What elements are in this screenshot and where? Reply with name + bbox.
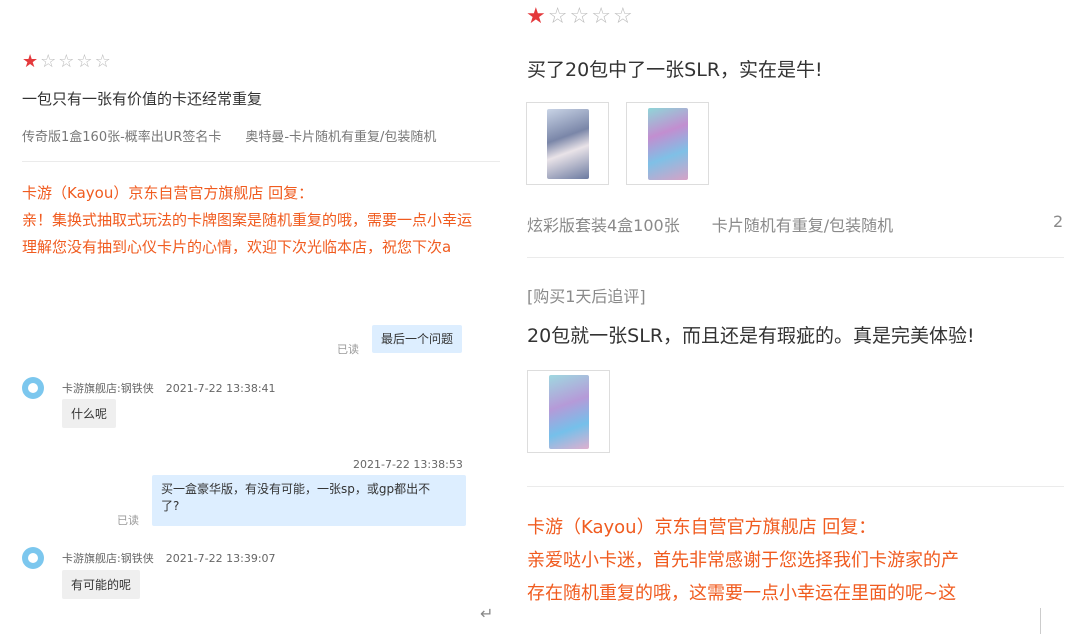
product-variant: 炫彩版套装4盒100张 <box>527 216 680 235</box>
star-icon: ☆ <box>612 4 633 29</box>
product-note: 奥特曼-卡片随机有重复/包装随机 <box>245 130 437 145</box>
star-icon: ☆ <box>94 51 111 72</box>
message-time: 2021-7-22 13:38:53 <box>353 458 463 471</box>
divider <box>527 257 1064 258</box>
star-icon: ☆ <box>58 51 75 72</box>
message-time: 2021-7-22 13:38:41 <box>165 382 276 395</box>
review-image-thumbnail[interactable] <box>527 370 610 453</box>
message-line: 了? <box>161 499 180 513</box>
message-time: 2021-7-22 13:39:07 <box>165 552 276 565</box>
chat-sender: 卡游旗舰店:钢铁侠 2021-7-22 13:38:41 <box>62 380 276 396</box>
seller-reply: 卡游（Kayou）京东自营官方旗舰店 回复： 亲爱哒小卡迷，首先非常感谢于您选择… <box>527 511 1080 610</box>
read-status: 已读 <box>337 343 359 356</box>
divider <box>22 161 500 162</box>
card-photo <box>546 108 589 179</box>
star-icon: ★ <box>22 51 39 72</box>
sender-name: 卡游旗舰店:钢铁侠 <box>62 552 154 565</box>
chat-bubble-outgoing: 最后一个问题 <box>372 325 463 353</box>
reply-header: 卡游（Kayou）京东自营官方旗舰店 回复： <box>527 517 877 538</box>
review-image-thumbnail[interactable] <box>626 102 709 185</box>
reply-line: 亲！集换式抽取式玩法的卡牌图案是随机重复的哦，需要一点小幸运 <box>22 211 473 229</box>
reply-line: 存在随机重复的哦，这需要一点小幸运在里面的呢~这 <box>527 583 957 604</box>
reply-line: 亲爱哒小卡迷，首先非常感谢于您选择我们卡游家的产 <box>527 550 959 571</box>
review-meta: 传奇版1盒160张-概率出UR签名卡 奥特曼-卡片随机有重复/包装随机 <box>22 126 436 145</box>
chat-bubble-incoming: 有可能的呢 <box>62 570 141 599</box>
seller-reply: 卡游（Kayou）京东自营官方旗舰店 回复： 亲！集换式抽取式玩法的卡牌图案是随… <box>22 180 502 261</box>
chat-bubble-outgoing: 买一盒豪华版，有没有可能，一张sp，或gp都出不 了? <box>152 475 466 526</box>
left-review-panel: ★ ☆ ☆ ☆ ☆ 一包只有一张有价值的卡还经常重复 传奇版1盒160张-概率出… <box>0 0 510 634</box>
followup-label: [购买1天后追评] <box>527 287 646 306</box>
sender-name: 卡游旗舰店:钢铁侠 <box>62 382 154 395</box>
review-image-thumbnail[interactable] <box>526 102 609 185</box>
avatar-icon <box>22 547 44 569</box>
star-icon: ☆ <box>547 4 568 29</box>
product-variant: 传奇版1盒160张-概率出UR签名卡 <box>22 130 222 145</box>
message-line: 买一盒豪华版，有没有可能，一张sp，或gp都出不 <box>161 482 431 496</box>
star-icon: ☆ <box>40 51 57 72</box>
meta-count: 2 <box>1053 212 1064 231</box>
star-icon: ☆ <box>591 4 611 29</box>
avatar-icon <box>22 377 44 399</box>
star-icon: ★ <box>526 4 546 29</box>
followup-text: 20包就一张SLR，而且还是有瑕疵的。真是完美体验! <box>527 325 975 347</box>
chat-sender: 卡游旗舰店:钢铁侠 2021-7-22 13:39:07 <box>62 550 276 566</box>
right-rating-stars: ★ ☆ ☆ ☆ ☆ <box>526 6 633 28</box>
scroll-indicator <box>1040 608 1041 634</box>
card-photo <box>548 374 589 449</box>
reply-line: 理解您没有抽到心仪卡片的心情，欢迎下次光临本店，祝您下次a <box>22 238 452 256</box>
read-status: 已读 <box>117 514 139 527</box>
reply-header: 卡游（Kayou）京东自营官方旗舰店 回复： <box>22 184 314 202</box>
left-rating-stars: ★ ☆ ☆ ☆ ☆ <box>22 53 111 71</box>
star-icon: ☆ <box>76 51 93 72</box>
card-photo <box>647 107 688 180</box>
review-title: 买了20包中了一张SLR，实在是牛! <box>527 59 823 81</box>
star-icon: ☆ <box>569 4 590 29</box>
divider <box>527 486 1064 487</box>
return-icon: ↵ <box>480 604 494 623</box>
right-review-panel: ★ ☆ ☆ ☆ ☆ 买了20包中了一张SLR，实在是牛! 炫彩版套装4盒100张… <box>510 0 1080 634</box>
product-note: 卡片随机有重复/包装随机 <box>711 216 894 235</box>
review-meta: 炫彩版套装4盒100张 卡片随机有重复/包装随机 <box>527 212 893 236</box>
review-title: 一包只有一张有价值的卡还经常重复 <box>22 90 263 108</box>
chat-bubble-incoming: 什么呢 <box>62 399 117 428</box>
